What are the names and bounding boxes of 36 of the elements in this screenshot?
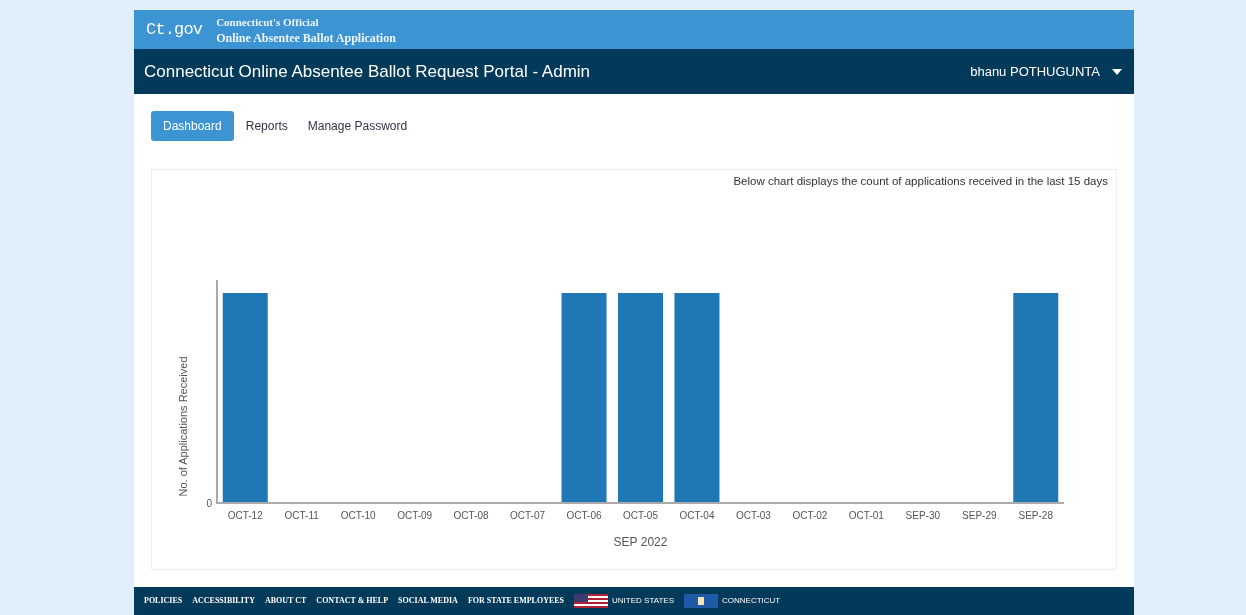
footer-link[interactable]: ABOUT CT bbox=[264, 595, 307, 607]
x-tick-label: OCT-07 bbox=[510, 510, 546, 521]
brand-line: Connecticut's Official bbox=[216, 14, 320, 30]
x-tick-label: OCT-10 bbox=[340, 510, 376, 521]
x-tick-label: SEP-29 bbox=[962, 510, 997, 521]
flag-label[interactable]: UNITED STATES bbox=[612, 595, 674, 607]
footer-link[interactable]: CONTACT & HELP bbox=[316, 595, 389, 607]
flag-icon bbox=[684, 594, 718, 608]
x-tick-label: OCT-02 bbox=[792, 510, 828, 521]
user-menu[interactable]: bhanu POTHUGUNTA bbox=[970, 61, 1124, 82]
x-tick-label: OCT-03 bbox=[735, 510, 771, 521]
x-tick-label: OCT-09 bbox=[397, 510, 433, 521]
caret-icon bbox=[1112, 68, 1122, 75]
brand-line: Online Absentee Ballot Application bbox=[216, 29, 396, 46]
x-axis-label: SEP 2022 bbox=[613, 535, 668, 549]
footer-link[interactable]: ACCESSIBILITY bbox=[192, 595, 255, 607]
flag-label[interactable]: CONNECTICUT bbox=[722, 595, 781, 607]
x-tick-label: OCT-12 bbox=[227, 510, 263, 521]
footer-link[interactable]: SOCIAL MEDIA bbox=[398, 595, 458, 607]
tab[interactable]: Reports bbox=[237, 111, 296, 141]
y-tick-label: 0 bbox=[206, 498, 212, 509]
y-axis-label: No. of Applications Received bbox=[177, 356, 189, 497]
x-tick-label: OCT-08 bbox=[453, 510, 489, 521]
x-tick-label: OCT-06 bbox=[566, 510, 602, 521]
x-tick-label: OCT-01 bbox=[848, 510, 884, 521]
chart-note: Below chart displays the count of applications received in the last 15 days bbox=[733, 174, 1108, 189]
x-tick-label: OCT-11 bbox=[284, 510, 319, 521]
x-tick-label: SEP-28 bbox=[1018, 510, 1053, 521]
x-tick-label: OCT-04 bbox=[679, 510, 715, 521]
x-tick-label: OCT-05 bbox=[623, 510, 658, 521]
footer-link[interactable]: FOR STATE EMPLOYEES bbox=[467, 595, 565, 607]
footer-link[interactable]: POLICIES bbox=[144, 595, 183, 607]
x-tick-label: SEP-30 bbox=[905, 510, 941, 521]
portal-title: Connecticut Online Absentee Ballot Request Portal - Admin bbox=[144, 60, 591, 83]
flag-icon bbox=[574, 594, 609, 608]
tab[interactable]: Manage Password bbox=[299, 111, 416, 141]
